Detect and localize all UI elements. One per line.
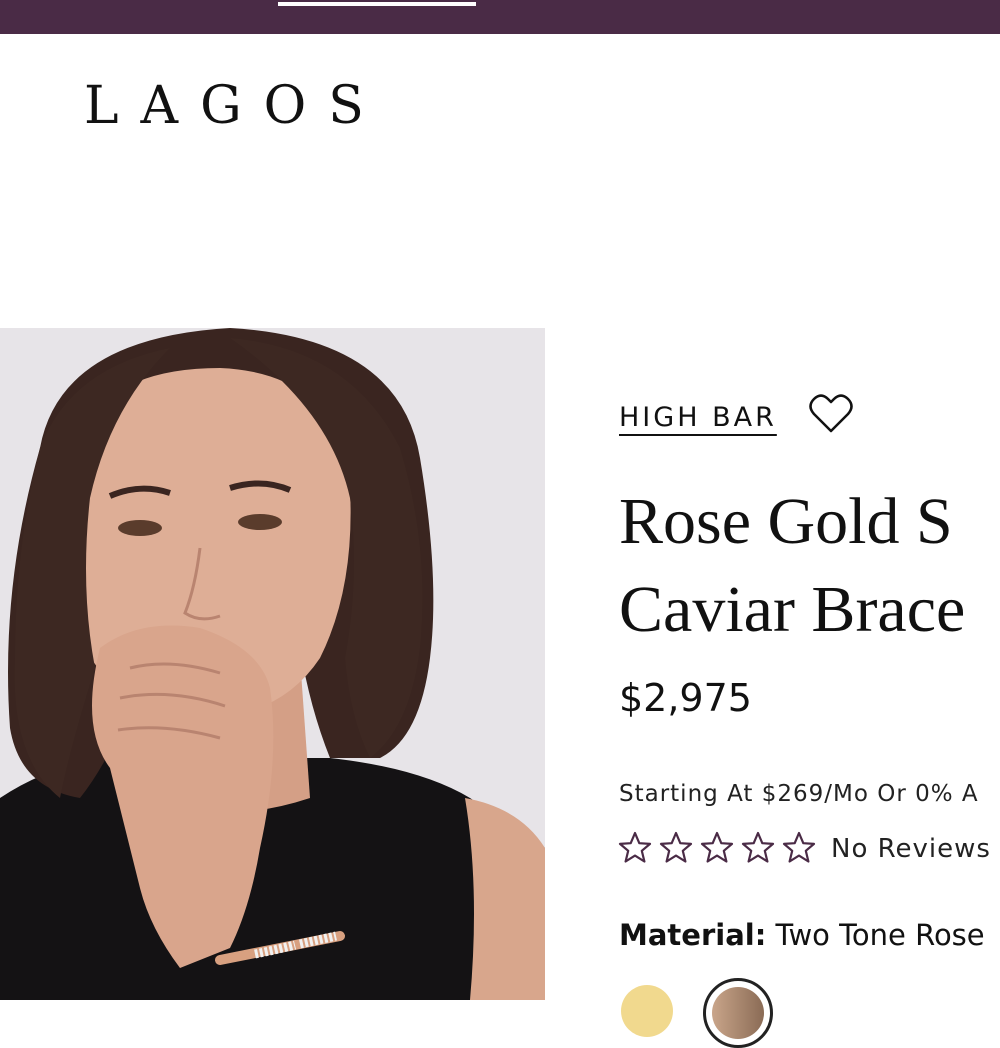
active-nav-indicator	[278, 2, 476, 6]
collection-link[interactable]: HIGH BAR	[619, 402, 777, 433]
product-title: Rose Gold S Caviar Brace	[619, 478, 965, 654]
financing-text[interactable]: Starting At $269/Mo Or 0% A	[619, 781, 979, 807]
material-swatch-gold[interactable]	[621, 985, 673, 1037]
star-outline-icon	[659, 831, 693, 863]
wishlist-button[interactable]	[808, 393, 854, 435]
top-announcement-bar	[0, 0, 1000, 34]
star-outline-icon	[741, 831, 775, 863]
material-value: Two Tone Rose	[775, 918, 985, 952]
product-hero-image[interactable]	[0, 328, 545, 1000]
product-title-line-2: Caviar Brace	[619, 573, 966, 646]
star-outline-icon	[700, 831, 734, 863]
product-title-line-1: Rose Gold S	[619, 485, 953, 558]
product-price: $2,975	[619, 676, 752, 720]
star-outline-icon	[618, 831, 652, 863]
swatch-fill	[712, 987, 764, 1039]
star-outline-icon	[782, 831, 816, 863]
rating-stars[interactable]	[617, 830, 817, 866]
material-label: Material:	[619, 918, 767, 952]
brand-logo[interactable]: LAGOS	[84, 80, 386, 132]
reviews-link[interactable]: No Reviews	[831, 834, 991, 864]
model-photo	[0, 328, 545, 1000]
material-selector-label: Material: Two Tone Rose	[619, 918, 985, 952]
material-swatch-two-tone-rose[interactable]	[703, 978, 773, 1048]
heart-outline-icon	[809, 394, 853, 433]
